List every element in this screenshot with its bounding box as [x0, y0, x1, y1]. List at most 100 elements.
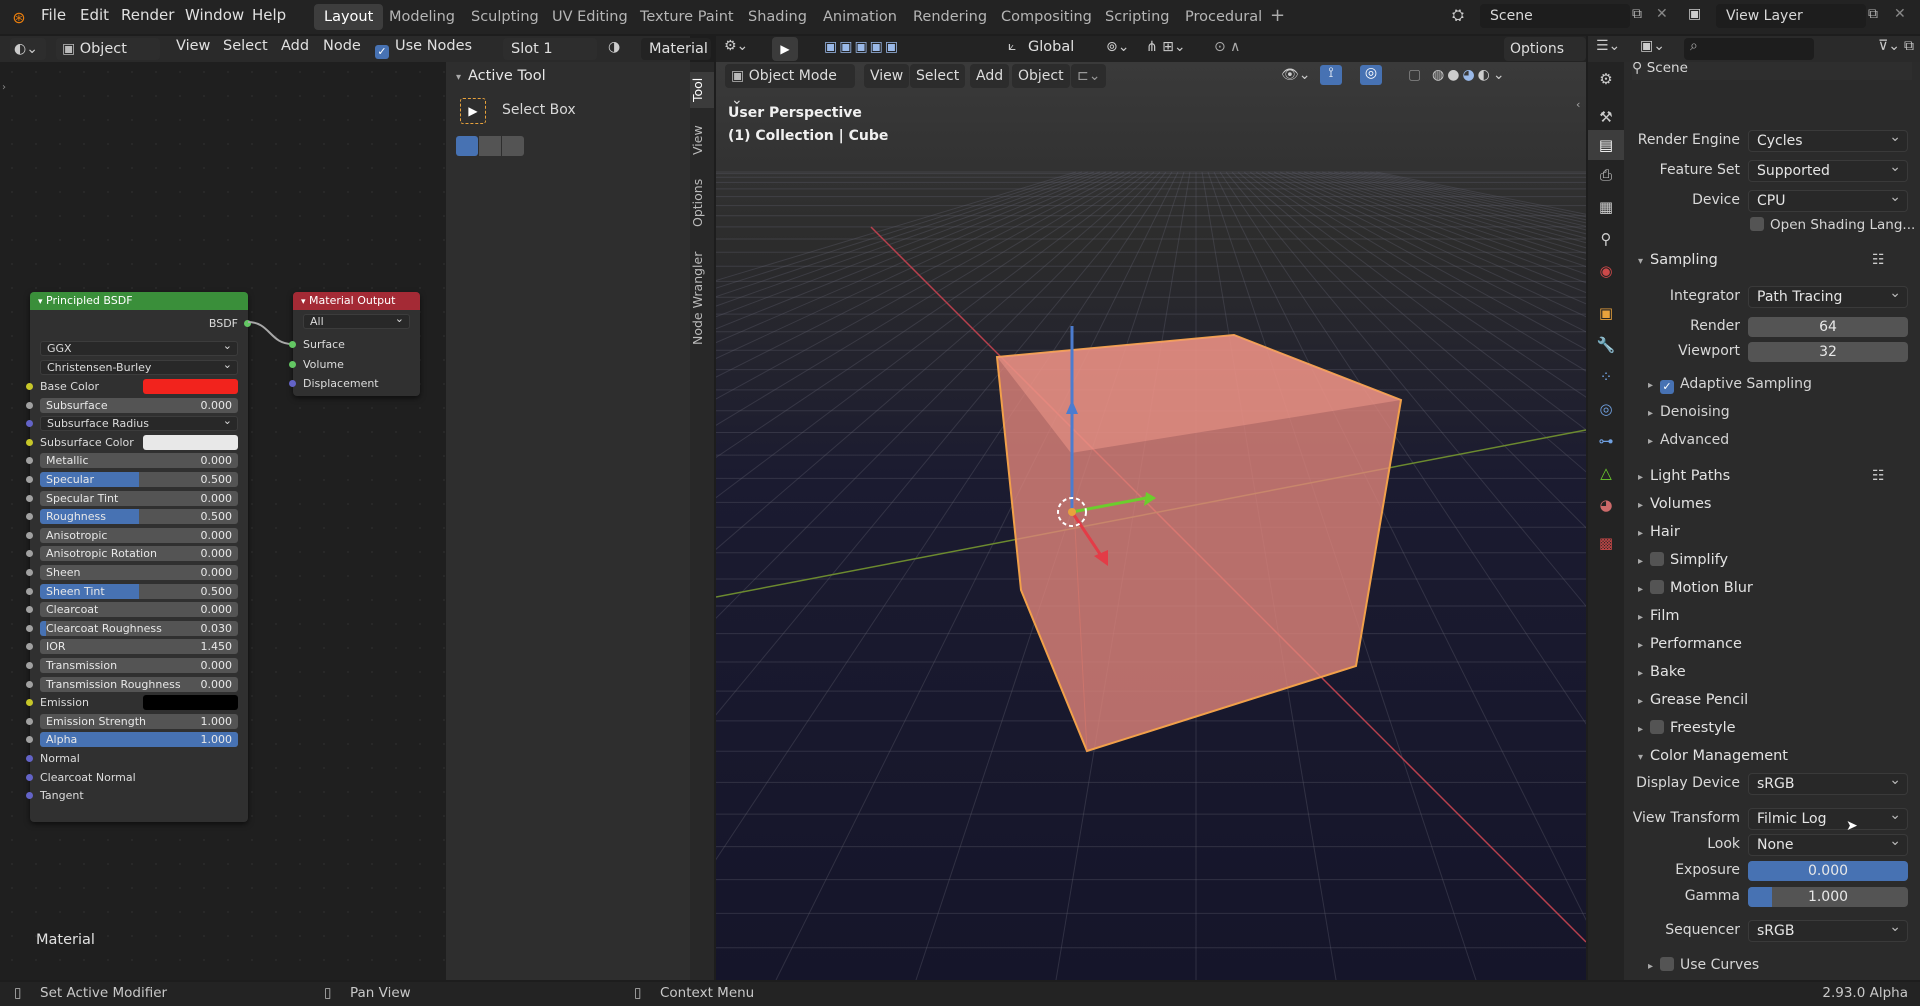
subsurface-socket[interactable]	[26, 401, 33, 409]
object-tab-icon[interactable]: ▣	[1588, 298, 1624, 328]
hair-section[interactable]: ▸ Hair	[1638, 524, 1680, 540]
motion-blur-checkbox[interactable]	[1650, 580, 1664, 594]
collapse-icon[interactable]: ▾	[301, 297, 306, 307]
output-tab-icon[interactable]: ⎙	[1588, 160, 1624, 190]
mode-subtract-icon[interactable]	[502, 136, 524, 156]
pivot-icon[interactable]: ⊚⌄	[1106, 39, 1129, 55]
blender-logo-icon[interactable]: ⊛	[10, 8, 28, 27]
menu-select[interactable]: Select	[223, 38, 268, 54]
surface-socket[interactable]	[289, 341, 296, 348]
material-icon[interactable]: ◑	[608, 39, 620, 55]
light-paths-section[interactable]: ▸ Light Paths	[1638, 468, 1730, 484]
workspace-tab-shading[interactable]: Shading	[738, 4, 817, 30]
snap-icon[interactable]: ⋔ ⊞⌄	[1146, 39, 1186, 55]
sheen-tint-field[interactable]: Sheen Tint 0.500	[40, 583, 238, 599]
sheen-field[interactable]: Sheen 0.000	[40, 565, 238, 580]
viewport-menu-view[interactable]: View	[864, 64, 910, 88]
tab-view[interactable]: View	[690, 120, 714, 160]
orientation-dropdown[interactable]: Global	[1028, 39, 1074, 55]
subsurface-radius-dropdown[interactable]: Subsurface Radius	[40, 414, 238, 432]
3d-viewport[interactable]: User Perspective (1) Collection | Cube ▣…	[716, 62, 1586, 980]
use-nodes-checkbox[interactable]: ✓	[375, 41, 395, 59]
options-dropdown[interactable]: Options ⌄	[1504, 37, 1586, 81]
scene-tab-icon[interactable]: ⚲	[1588, 224, 1624, 254]
clearcoat-field[interactable]: Clearcoat 0.000	[40, 602, 238, 618]
selection-mode-icons[interactable]: ▣▣▣▣▣	[824, 39, 920, 59]
shading-mode-icons[interactable]: ◍●◕◐⌄	[1432, 67, 1508, 83]
modifier-tab-icon[interactable]: 🔧	[1588, 330, 1624, 360]
render-engine-dropdown[interactable]: Cycles	[1748, 127, 1908, 152]
specular-field[interactable]: Specular 0.500	[40, 472, 238, 487]
film-section[interactable]: ▸ Film	[1638, 608, 1679, 624]
viewport-menu-add[interactable]: Add	[970, 64, 1010, 88]
view-layer-icon[interactable]: ▣	[1688, 6, 1701, 22]
displacement-socket[interactable]	[289, 380, 296, 387]
particles-tab-icon[interactable]: ⁘	[1588, 362, 1624, 392]
world-tab-icon[interactable]: ◉	[1588, 256, 1624, 286]
select-tool-icon[interactable]: ▶	[772, 37, 798, 61]
subsurface-field[interactable]: Subsurface 0.000	[40, 397, 238, 413]
anisotropic-field[interactable]: Anisotropic 0.000	[40, 527, 238, 543]
simplify-checkbox[interactable]	[1650, 552, 1664, 566]
workspace-tab-sculpting[interactable]: Sculpting	[461, 4, 549, 30]
orientation-icon[interactable]: ⟀	[1008, 38, 1016, 54]
osl-checkbox[interactable]: Open Shading Lang...	[1750, 217, 1920, 233]
principled-bsdf-node[interactable]: ▾ Principled BSDF BSDF GGX Christensen-B…	[26, 292, 251, 822]
toolbar-expand-icon[interactable]: ›	[2, 82, 6, 93]
render-samples-field[interactable]: 64	[1748, 317, 1908, 337]
exposure-field[interactable]: 0.000	[1748, 861, 1908, 881]
volume-socket[interactable]	[289, 361, 296, 368]
anisotropic-socket[interactable]	[26, 531, 33, 539]
simplify-section[interactable]: ▸ Simplify	[1638, 552, 1728, 568]
new-collection-icon[interactable]: ⧉	[1904, 38, 1914, 54]
color-management-section[interactable]: ▾ Color Management	[1638, 748, 1788, 764]
close-icon[interactable]: ✕	[1656, 6, 1668, 22]
active-tool-header[interactable]: ▾ Active Tool	[456, 68, 546, 84]
tangent-socket[interactable]	[26, 792, 33, 800]
viewport-menu-object[interactable]: Object	[1012, 64, 1070, 88]
sidebar-toggle-icon[interactable]: ‹	[1576, 98, 1580, 111]
xray-icon[interactable]: ▢	[1408, 67, 1421, 83]
anisotropic-rotation-socket[interactable]	[26, 550, 33, 558]
clearcoat-roughness-field[interactable]: Clearcoat Roughness 0.030	[40, 620, 238, 636]
base-color-swatch[interactable]	[143, 379, 238, 394]
workspace-tab-procedural[interactable]: Procedural	[1175, 4, 1272, 30]
integrator-dropdown[interactable]: Path Tracing	[1748, 283, 1908, 308]
specular-socket[interactable]	[26, 476, 33, 483]
metallic-socket[interactable]	[26, 457, 33, 465]
mode-new-icon[interactable]	[456, 136, 478, 156]
normal-socket[interactable]	[26, 755, 33, 762]
workspace-tab-texture-paint[interactable]: Texture Paint	[630, 4, 744, 30]
new-view-layer-icon[interactable]: ⧉	[1868, 6, 1878, 22]
gamma-field[interactable]: 1.000	[1748, 887, 1908, 907]
motion-blur-section[interactable]: ▸ Motion Blur	[1638, 580, 1753, 596]
presets-icon[interactable]: ☷	[1872, 252, 1885, 268]
freestyle-section[interactable]: ▸ Freestyle	[1638, 720, 1736, 736]
ior-socket[interactable]	[26, 643, 33, 651]
editor-type-icon[interactable]: ⚙	[1588, 64, 1624, 94]
close-view-layer-icon[interactable]: ✕	[1894, 6, 1906, 22]
mode-dropdown[interactable]: ▣ Object Mode ⌄	[725, 64, 855, 108]
texture-tab-icon[interactable]: ▩	[1588, 528, 1624, 558]
transmission-field[interactable]: Transmission 0.000	[40, 658, 238, 673]
look-dropdown[interactable]: None	[1748, 831, 1908, 856]
transmission-roughness-field[interactable]: Transmission Roughness 0.000	[40, 676, 238, 692]
gizmo-toggle-icon[interactable]: ⟟	[1320, 65, 1342, 85]
collapse-icon[interactable]: ▾	[38, 297, 43, 307]
sheen-socket[interactable]	[26, 569, 33, 576]
freestyle-checkbox[interactable]	[1650, 720, 1664, 734]
menu-window[interactable]: Window	[185, 6, 244, 24]
render-tab-icon[interactable]: ▤	[1588, 130, 1624, 160]
proportional-edit-icon[interactable]: ⊙ ∧	[1214, 39, 1240, 55]
filter-icon[interactable]: ⊽⌄	[1878, 38, 1900, 54]
viewport-menu-select[interactable]: Select	[910, 64, 966, 88]
emission-strength-field[interactable]: Emission Strength 1.000	[40, 713, 238, 729]
clearcoat-normal-socket[interactable]	[26, 773, 33, 781]
transform-affect-icon[interactable]: ⊏⌄	[1071, 64, 1107, 88]
view-layer-tab-icon[interactable]: ▦	[1588, 192, 1624, 222]
constraints-tab-icon[interactable]: ⊶	[1588, 426, 1624, 456]
use-curves-checkbox[interactable]	[1660, 957, 1674, 971]
menu-add[interactable]: Add	[281, 38, 309, 54]
sampling-section[interactable]: ▾ Sampling	[1638, 252, 1718, 268]
visibility-icon[interactable]: 👁⌄	[1281, 67, 1311, 83]
